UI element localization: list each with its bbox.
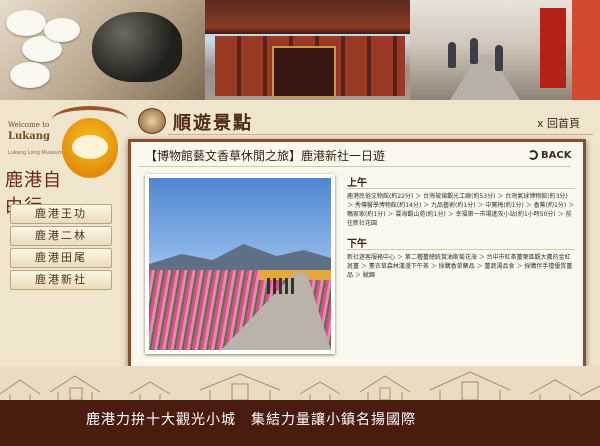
temple-door-image [272,46,336,98]
pastry-image [6,10,46,36]
panel-divider [139,166,571,167]
shop-sign-image [572,0,600,100]
tour-panel: 【博物館藝文香草休閒之旅】鹿港新社一日遊 BACK 上午 鹿港民俗文物館(約22… [128,139,586,371]
morning-divider [347,188,575,189]
sidebar-item-tianwei[interactable]: 鹿港田尾 [10,248,112,268]
visitors-image [267,278,297,294]
tour-photo-frame [145,174,335,354]
temple-roof-image [205,0,410,34]
teapot-image [92,12,182,82]
footer-slogan: 鹿港力拚十大觀光小城 集結力量讓小鎮名揚國際 [86,412,416,428]
footer-bar: 鹿港力拚十大觀光小城 集結力量讓小鎮名揚國際 [0,400,600,446]
back-label: BACK [541,150,572,161]
logo-lukang-text: Lukang [8,131,50,142]
sidebar-item-wanggong[interactable]: 鹿港王功 [10,204,112,224]
town-silhouette [0,366,600,400]
afternoon-label: 下午 [347,239,367,250]
pastry-image [10,62,50,88]
logo-tagline: Lukang Long Museum [8,150,63,156]
logo-welcome-text: Welcome to [8,121,50,129]
tour-title: 【博物館藝文香草休閒之旅】鹿港新社一日遊 [145,149,386,163]
sidebar-item-erlin[interactable]: 鹿港二林 [10,226,112,246]
back-button[interactable]: BACK [528,150,571,161]
pastry-image [44,18,80,42]
morning-itinerary: 鹿港民俗文物館(約22分) ＞ 台灣玻璃觀光工廠(約53分) ＞ 台灣氣球博物館… [347,193,575,227]
afternoon-itinerary: 新社遊客服務中心 ＞ 第二種薑總統賞油斯菊花海 ＞ 台中市紅茶薑葉區觀大農的金紅… [347,254,573,279]
morning-label: 上午 [347,178,367,189]
home-link[interactable]: x 回首頁 [537,115,580,131]
shop-sign-image [540,8,566,88]
pedestrian-image [495,45,503,71]
title-divider [168,134,593,135]
lantern-icon [138,108,166,134]
header-banner [0,0,600,100]
pedestrian-image [448,42,456,68]
sidebar-item-xinshe[interactable]: 鹿港新社 [10,270,112,290]
pedestrian-image [470,38,478,64]
afternoon-divider [347,249,575,250]
page-title: 順遊景點 [173,113,253,134]
flower-field-photo [149,178,331,350]
back-arrow-icon [528,150,538,160]
